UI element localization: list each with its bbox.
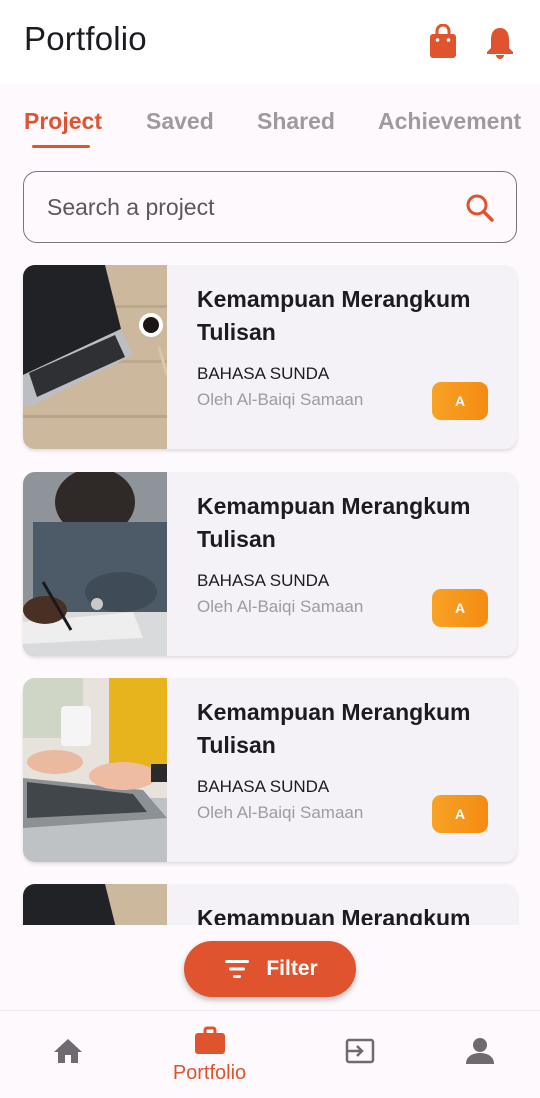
grade-badge: A <box>432 382 488 420</box>
page-title: Portfolio <box>24 20 147 57</box>
bell-icon[interactable] <box>483 24 517 60</box>
project-author: Oleh Al-Baiqi Samaan <box>197 803 364 822</box>
project-card[interactable]: Kemampuan Merangkum Tulisan BAHASA SUNDA… <box>23 265 517 449</box>
nav-portfolio[interactable]: Portfolio <box>142 1011 277 1098</box>
app-header: Portfolio <box>0 0 540 84</box>
project-list: Kemampuan Merangkum Tulisan BAHASA SUNDA… <box>0 265 540 925</box>
filter-label: Filter <box>266 957 318 980</box>
active-tab-indicator <box>32 145 90 148</box>
search-icon[interactable] <box>464 192 496 224</box>
project-title: Kemampuan Merangkum Tulisan <box>197 286 471 345</box>
grade-badge: A <box>432 795 488 833</box>
project-title: Kemampuan Merangkum <box>197 905 471 925</box>
filter-icon <box>225 960 250 978</box>
tab-saved[interactable]: Saved <box>146 108 214 135</box>
nav-input[interactable] <box>292 1011 427 1098</box>
filter-button[interactable]: Filter <box>184 941 356 997</box>
tab-achievement[interactable]: Achievement <box>378 108 521 135</box>
project-subject: BAHASA SUNDA <box>197 571 330 590</box>
project-thumbnail <box>23 265 167 449</box>
nav-profile[interactable] <box>412 1011 540 1098</box>
search-placeholder: Search a project <box>47 194 215 220</box>
project-card[interactable]: Kemampuan Merangkum Tulisan BAHASA SUNDA… <box>23 678 517 862</box>
tab-shared[interactable]: Shared <box>257 108 335 135</box>
project-author: Oleh Al-Baiqi Samaan <box>197 597 364 616</box>
input-icon <box>345 1038 374 1064</box>
search-input[interactable]: Search a project <box>23 171 517 243</box>
project-subject: BAHASA SUNDA <box>197 777 330 796</box>
project-title: Kemampuan Merangkum Tulisan <box>197 699 471 758</box>
nav-portfolio-label: Portfolio <box>172 1062 247 1084</box>
briefcase-icon <box>194 1026 225 1054</box>
project-thumbnail <box>23 884 167 925</box>
nav-home[interactable] <box>0 1011 135 1098</box>
project-author: Oleh Al-Baiqi Samaan <box>197 390 364 409</box>
shopping-bag-icon[interactable] <box>426 24 460 60</box>
project-card[interactable]: Kemampuan Merangkum Tulisan BAHASA SUNDA… <box>23 472 517 656</box>
grade-badge: A <box>432 589 488 627</box>
project-thumbnail <box>23 472 167 656</box>
project-card[interactable]: Kemampuan Merangkum <box>23 884 517 925</box>
person-icon <box>465 1038 494 1064</box>
project-subject: BAHASA SUNDA <box>197 364 330 383</box>
project-thumbnail <box>23 678 167 862</box>
bottom-navigation: Portfolio <box>0 1010 540 1098</box>
home-icon <box>53 1039 82 1063</box>
project-title: Kemampuan Merangkum Tulisan <box>197 493 471 552</box>
tab-project[interactable]: Project <box>24 108 102 135</box>
